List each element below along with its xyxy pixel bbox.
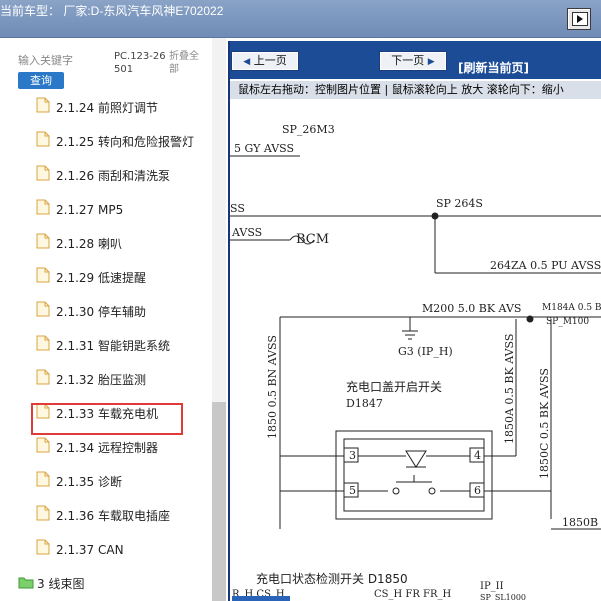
label-avss: AVSS [231, 226, 262, 239]
file-icon [36, 165, 50, 189]
tree-folder[interactable]: 3 线束图 [18, 572, 84, 596]
keyword-input[interactable]: 输入关键字 [18, 52, 73, 68]
pin-3: 3 [349, 449, 356, 462]
file-icon [36, 505, 50, 529]
tree-item-label: 2.1.35 诊断 [56, 475, 122, 489]
file-icon [36, 131, 50, 155]
pin-5: 5 [349, 484, 356, 497]
label-1850b: 1850B 0 [562, 516, 601, 529]
tree-item-label: 2.1.30 停车辅助 [56, 305, 146, 319]
page-nav-bar: ◀ 上一页 下一页 ▶ [刷新当前页] [230, 41, 601, 79]
file-icon [36, 97, 50, 121]
exit-icon [572, 12, 588, 26]
label-1850: 1850 0.5 BN AVSS [266, 335, 279, 439]
tree-item-label: 2.1.37 CAN [56, 543, 124, 557]
label-ss: SS [230, 202, 245, 215]
title-bar: 当前车型： 厂家:D-东风汽车风神E702022 [0, 0, 601, 38]
tree-item[interactable]: 2.1.25 转向和危险报警灯 [36, 130, 194, 154]
model-code: PC.123-26501 [114, 51, 166, 75]
file-icon [36, 199, 50, 223]
label-1850a: 1850A 0.5 BK AVSS [503, 334, 516, 444]
mouse-hint: 鼠标左右拖动：控制图片位置 | 鼠标滚轮向上 放大 滚轮向下：缩小 [230, 81, 601, 99]
sidebar: 输入关键字 查询 PC.123-26501 折叠全部 2.1.24 前照灯调节 2… [0, 38, 226, 601]
file-icon [36, 471, 50, 495]
pin-6: 6 [474, 484, 481, 497]
tree-item-label: 2.1.29 低速提醒 [56, 271, 146, 285]
file-icon [36, 301, 50, 325]
tree-item[interactable]: 2.1.27 MP5 [36, 198, 123, 222]
tree-item-label: 2.1.25 转向和危险报警灯 [56, 135, 194, 149]
label-bcm: BCM [296, 232, 329, 247]
diagram-viewer: ◀ 上一页 下一页 ▶ [刷新当前页] 鼠标左右拖动：控制图片位置 | 鼠标滚轮… [228, 41, 601, 601]
tree-item[interactable]: 2.1.37 CAN [36, 538, 124, 562]
tree-item[interactable]: 2.1.32 胎压监测 [36, 368, 146, 392]
tree-item[interactable]: 2.1.30 停车辅助 [36, 300, 146, 324]
tree-item-label: 2.1.31 智能钥匙系统 [56, 339, 170, 353]
highlighted-item-box [31, 403, 183, 435]
file-icon [36, 267, 50, 291]
label-bottom-mid: CS_H FR FR_H [374, 589, 452, 600]
label-pu-avss: 264ZA 0.5 PU AVSS [490, 259, 601, 272]
tree-item-label: 2.1.28 喇叭 [56, 237, 122, 251]
file-icon [36, 369, 50, 393]
label-cover-switch: 充电口盖开启开关 [346, 379, 442, 394]
tree-item[interactable]: 2.1.35 诊断 [36, 470, 122, 494]
sidebar-scrollbar[interactable] [212, 38, 226, 601]
tree-item-label: 2.1.24 前照灯调节 [56, 101, 158, 115]
tree-item-label: 2.1.27 MP5 [56, 203, 124, 217]
label-g3: G3 (IP_H) [398, 345, 453, 358]
exit-button[interactable] [567, 8, 591, 30]
next-page-label: 下一页 [391, 54, 425, 67]
search-area: 输入关键字 查询 PC.123-26501 折叠全部 [0, 46, 212, 90]
sidebar-scroll-thumb[interactable] [212, 402, 226, 601]
label-m184a: M184A 0.5 BK [542, 303, 601, 313]
tree-item[interactable]: 2.1.34 远程控制器 [36, 436, 158, 460]
label-d1847: D1847 [346, 397, 383, 410]
tree-item[interactable]: 2.1.26 雨刮和清洗泵 [36, 164, 170, 188]
collapse-all-link[interactable]: 折叠全部 [169, 50, 207, 76]
label-m200: M200 5.0 BK AVS [422, 302, 521, 315]
file-icon [36, 335, 50, 359]
folder-icon [18, 573, 34, 597]
tree-item-label: 2.1.34 远程控制器 [56, 441, 158, 455]
file-icon [36, 437, 50, 461]
tree-item[interactable]: 2.1.36 车载取电插座 [36, 504, 170, 528]
tree-item-label: 2.1.32 胎压监测 [56, 373, 146, 387]
label-sp-26m3: SP_26M3 [282, 123, 335, 136]
prev-page-button[interactable]: ◀ 上一页 [231, 51, 299, 71]
label-sp-m100: SP_M100 [546, 317, 589, 327]
label-status-switch: 充电口状态检测开关 D1850 [256, 571, 408, 586]
refresh-page-link[interactable]: [刷新当前页] [458, 59, 529, 76]
file-icon [36, 233, 50, 257]
tree-item[interactable]: 2.1.31 智能钥匙系统 [36, 334, 170, 358]
tree-item-label: 2.1.36 车载取电插座 [56, 509, 170, 523]
next-page-button[interactable]: 下一页 ▶ [379, 51, 447, 71]
tree-item[interactable]: 2.1.24 前照灯调节 [36, 96, 158, 120]
query-button[interactable]: 查询 [18, 72, 64, 89]
horizontal-scroll-thumb[interactable] [232, 596, 290, 601]
label-sp-264s: SP 264S [436, 197, 483, 210]
tree-item-label: 2.1.26 雨刮和清洗泵 [56, 169, 170, 183]
right-arrow-icon: ▶ [427, 57, 435, 67]
wiring-diagram[interactable]: SP_26M3 5 GY AVSS SS AVSS BCM SP 264S 26… [230, 99, 601, 601]
vehicle-model-title: 当前车型： 厂家:D-东风汽车风神E702022 [0, 4, 224, 18]
label-bottom-right: SP_SL1000 [480, 593, 526, 601]
label-1850c: 1850C 0.5 BK AVSS [538, 368, 551, 479]
label-ip-ii: IP_II [480, 581, 504, 592]
tree-folder-label: 3 线束图 [37, 577, 85, 591]
left-arrow-icon: ◀ [243, 57, 251, 67]
file-icon [36, 539, 50, 563]
tree-item[interactable]: 2.1.28 喇叭 [36, 232, 122, 256]
prev-page-label: 上一页 [253, 54, 287, 67]
pin-4: 4 [474, 449, 481, 462]
label-gy-avss: 5 GY AVSS [234, 142, 294, 155]
tree-item[interactable]: 2.1.29 低速提醒 [36, 266, 146, 290]
